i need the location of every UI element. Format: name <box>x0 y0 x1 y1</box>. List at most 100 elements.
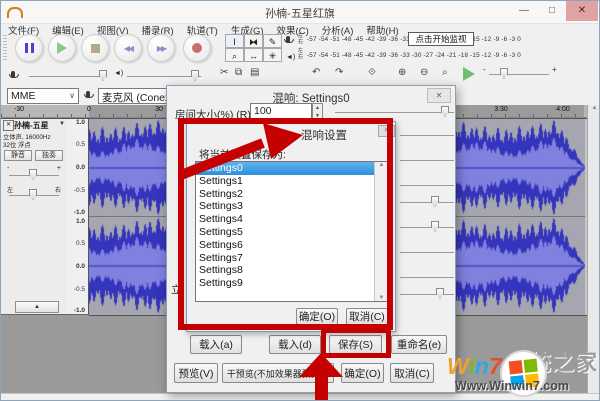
pause-button[interactable] <box>15 34 43 62</box>
cancel-button[interactable]: 取消(C) <box>390 363 434 383</box>
record-button[interactable] <box>183 34 211 62</box>
undo-icon[interactable]: ↶ <box>312 67 320 78</box>
vertical-scrollbar[interactable]: ▲ <box>587 105 600 393</box>
window-title: 孙楠-五星红旗 <box>1 5 599 21</box>
sync-lock-icon[interactable]: ⟐ <box>368 67 376 78</box>
menu-view[interactable]: 视图(V) <box>97 23 129 34</box>
vertical-ruler: 1.0 0.5 0.0 -0.5 -1.0 1.0 0.5 0.0 -0.5 -… <box>67 118 89 315</box>
menu-tracks[interactable]: 轨道(T) <box>187 23 218 34</box>
load-a-button[interactable]: 载入(a) <box>190 335 242 354</box>
minimize-button[interactable]: — <box>511 1 537 21</box>
pan-slider-thumb[interactable] <box>29 189 37 200</box>
title-bar: 孙楠-五星红旗 — □ ✕ <box>1 1 599 24</box>
audio-host-select[interactable]: MME ∨ <box>7 88 79 104</box>
menu-transport[interactable]: 播录(R) <box>141 23 173 34</box>
param-slider[interactable] <box>400 294 454 295</box>
gain-slider-thumb[interactable] <box>29 169 37 180</box>
playback-speed-thumb[interactable] <box>500 68 508 79</box>
ruler-value: 0.5 <box>65 240 85 247</box>
play-meter-speaker-icon[interactable]: ◄) <box>286 50 295 62</box>
record-volume-slider[interactable] <box>29 76 107 77</box>
envelope-tool-button[interactable]: ⧓ <box>244 34 263 48</box>
recording-device-select[interactable]: 麦克风 (Conexan <box>98 88 168 104</box>
skip-end-icon: ▶▶ <box>157 44 165 53</box>
toolbar-grip[interactable] <box>3 35 7 61</box>
timeline-label: 3:30 <box>486 106 516 113</box>
multi-tool-button[interactable]: ✳ <box>263 48 282 62</box>
param-slider[interactable] <box>400 277 454 278</box>
play-volume-slider[interactable] <box>127 76 201 77</box>
stop-button[interactable] <box>81 34 109 62</box>
rename-button[interactable]: 重命名(e) <box>391 335 447 354</box>
waveform-area-left[interactable] <box>89 118 166 316</box>
menu-analyze[interactable]: 分析(A) <box>322 23 354 34</box>
skip-start-button[interactable]: ◀◀ <box>114 34 142 62</box>
waveform-canvas[interactable] <box>89 119 166 216</box>
zoom-out-icon[interactable]: ⊖ <box>420 67 428 78</box>
param-slider[interactable] <box>400 227 454 228</box>
monitor-tooltip[interactable]: 点击开始监视 <box>408 32 474 46</box>
param-slider[interactable] <box>400 135 454 136</box>
param-slider[interactable] <box>400 160 454 161</box>
play-meter-scale[interactable]: -57 -54 -51 -48 -45 -42 -39 -36 -33 -30 … <box>307 52 595 59</box>
collapse-track-button[interactable]: ▲ <box>15 301 59 313</box>
play-icon <box>57 42 67 54</box>
play-volume-thumb[interactable] <box>191 70 199 81</box>
solo-button[interactable]: 独奏 <box>35 150 63 161</box>
timeline-label: 0 <box>74 106 104 113</box>
zoom-fit-icon[interactable]: ⌕ <box>442 67 448 78</box>
track-name[interactable]: 孙楠-五星 <box>14 120 49 131</box>
timeshift-tool-button[interactable]: ↔ <box>244 48 263 62</box>
preview-button[interactable]: 预览(V) <box>174 363 218 383</box>
param-slider-thumb[interactable] <box>431 196 439 207</box>
ok-button[interactable]: 确定(O) <box>341 363 384 383</box>
paste-icon[interactable]: ▤ <box>250 67 259 78</box>
zoom-in-icon[interactable]: ⊕ <box>398 67 406 78</box>
close-button[interactable]: ✕ <box>566 1 598 21</box>
ruler-value: -1.0 <box>65 209 85 216</box>
copy-icon[interactable]: ⧉ <box>235 67 242 78</box>
zoom-tool-button[interactable]: ⌕ <box>225 48 244 62</box>
param-slider[interactable] <box>400 252 454 253</box>
menu-generate[interactable]: 生成(G) <box>231 23 264 34</box>
room-size-slider-thumb[interactable] <box>441 106 449 117</box>
waveform-canvas[interactable] <box>456 217 587 314</box>
pan-right-label: 右 <box>55 185 61 194</box>
play-meter-channel-labels: 左右 <box>298 49 303 60</box>
menu-help[interactable]: 帮助(H) <box>366 23 398 34</box>
room-size-slider[interactable] <box>335 112 454 113</box>
load-d-button[interactable]: 载入(d) <box>269 335 321 354</box>
menu-edit[interactable]: 编辑(E) <box>52 23 84 34</box>
param-slider[interactable] <box>400 202 454 203</box>
reverb-dialog-close-icon[interactable]: ✕ <box>427 88 451 103</box>
cut-icon[interactable]: ✂ <box>220 67 228 78</box>
ruler-value: 0.5 <box>65 141 85 148</box>
skip-end-button[interactable]: ▶▶ <box>147 34 175 62</box>
param-slider[interactable] <box>400 185 454 186</box>
redo-icon[interactable]: ↷ <box>335 67 343 78</box>
menu-effect[interactable]: 效果(C) <box>277 23 309 34</box>
chevron-down-icon: ∨ <box>69 91 75 100</box>
waveform-area-right[interactable] <box>456 118 587 316</box>
play-button[interactable] <box>48 34 76 62</box>
speed-minus-label: - <box>483 65 486 74</box>
draw-tool-button[interactable]: ✎ <box>263 34 282 48</box>
selection-tool-button[interactable]: I <box>225 34 244 48</box>
track-close-icon[interactable]: ✕ <box>3 120 14 131</box>
pause-icon <box>25 43 28 53</box>
menu-file[interactable]: 文件(F) <box>8 23 39 34</box>
param-slider-thumb[interactable] <box>431 221 439 232</box>
record-meter-mic-icon[interactable] <box>286 34 294 46</box>
pan-left-label: 左 <box>7 185 13 194</box>
ruler-value: 0.0 <box>65 164 85 171</box>
maximize-button[interactable]: □ <box>539 1 565 21</box>
waveform-canvas[interactable] <box>456 119 587 216</box>
transcription-play-icon[interactable] <box>463 67 475 81</box>
annotation-arrow-to-title <box>171 111 311 191</box>
waveform-canvas[interactable] <box>89 217 166 314</box>
mute-button[interactable]: 静音 <box>4 150 32 161</box>
playback-speed-slider[interactable] <box>489 74 549 75</box>
param-slider-thumb[interactable] <box>436 288 444 299</box>
record-icon <box>192 43 202 53</box>
record-volume-thumb[interactable] <box>99 70 107 81</box>
